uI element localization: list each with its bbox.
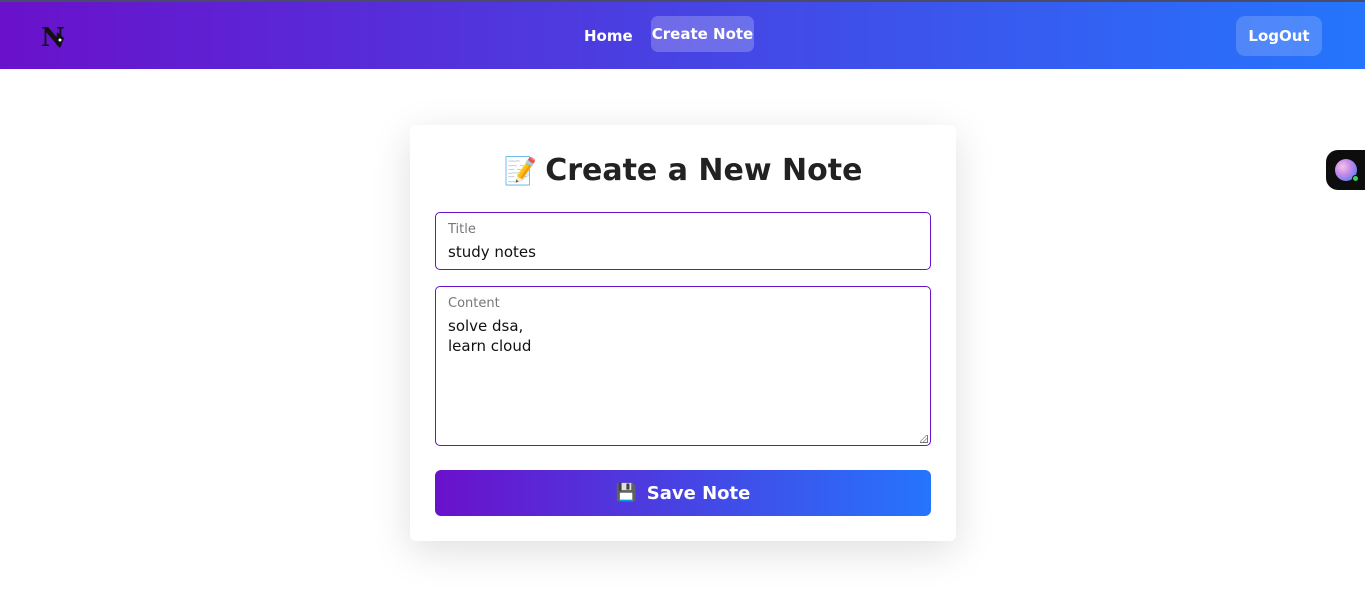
online-status-icon xyxy=(1352,175,1359,182)
page-title-text: Create a New Note xyxy=(545,153,863,188)
title-field[interactable]: Title study notes xyxy=(435,212,931,270)
save-note-label: Save Note xyxy=(646,482,751,504)
create-note-card: 📝 Create a New Note Title study notes Con… xyxy=(410,125,956,541)
title-field-label: Title xyxy=(448,222,476,237)
navbar: N Home Create Note LogOut xyxy=(0,0,1365,69)
content-line: learn cloud xyxy=(448,337,532,355)
content-field-value[interactable]: solve dsa, learn cloud xyxy=(448,316,531,356)
assistant-widget[interactable] xyxy=(1326,150,1365,190)
content-line: solve dsa, xyxy=(448,317,524,335)
floppy-disk-icon: 💾 xyxy=(615,483,637,503)
resize-handle-icon[interactable] xyxy=(920,435,928,443)
content-field[interactable]: Content solve dsa, learn cloud xyxy=(435,286,931,446)
logout-button[interactable]: LogOut xyxy=(1236,16,1322,56)
save-note-button[interactable]: 💾 Save Note xyxy=(435,470,931,516)
title-field-value[interactable]: study notes xyxy=(448,242,536,262)
page-title: 📝 Create a New Note xyxy=(410,153,956,188)
memo-icon: 📝 xyxy=(503,156,538,187)
pen-nib-logo-icon[interactable]: N xyxy=(40,22,68,53)
nav-home-link[interactable]: Home xyxy=(584,27,633,45)
content-field-label: Content xyxy=(448,296,500,311)
nav-create-note-link[interactable]: Create Note xyxy=(651,16,754,52)
